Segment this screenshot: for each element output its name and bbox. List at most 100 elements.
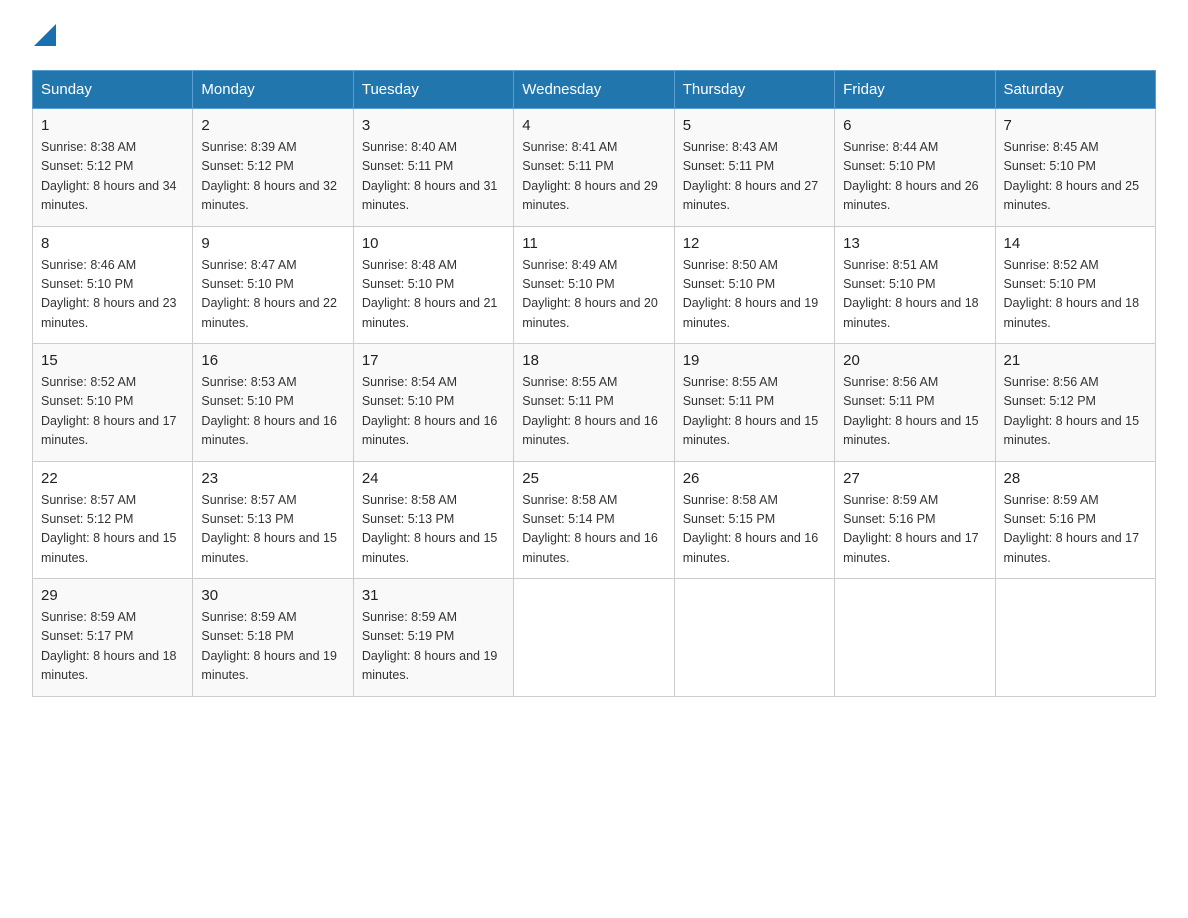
day-cell: 18 Sunrise: 8:55 AMSunset: 5:11 PMDaylig… [514,344,674,462]
day-number: 1 [41,117,184,134]
day-info: Sunrise: 8:51 AMSunset: 5:10 PMDaylight:… [843,258,979,330]
day-info: Sunrise: 8:56 AMSunset: 5:12 PMDaylight:… [1004,375,1140,447]
day-cell: 9 Sunrise: 8:47 AMSunset: 5:10 PMDayligh… [193,226,353,344]
header-cell-wednesday: Wednesday [514,71,674,109]
day-cell: 2 Sunrise: 8:39 AMSunset: 5:12 PMDayligh… [193,109,353,227]
calendar-header: SundayMondayTuesdayWednesdayThursdayFrid… [33,71,1156,109]
day-cell: 21 Sunrise: 8:56 AMSunset: 5:12 PMDaylig… [995,344,1155,462]
day-info: Sunrise: 8:55 AMSunset: 5:11 PMDaylight:… [522,375,658,447]
day-number: 21 [1004,352,1147,369]
day-cell: 4 Sunrise: 8:41 AMSunset: 5:11 PMDayligh… [514,109,674,227]
day-info: Sunrise: 8:53 AMSunset: 5:10 PMDaylight:… [201,375,337,447]
day-number: 19 [683,352,826,369]
logo [32,24,56,46]
day-number: 28 [1004,470,1147,487]
day-number: 31 [362,587,505,604]
week-row-3: 15 Sunrise: 8:52 AMSunset: 5:10 PMDaylig… [33,344,1156,462]
day-info: Sunrise: 8:52 AMSunset: 5:10 PMDaylight:… [41,375,177,447]
day-cell [514,579,674,697]
day-cell: 7 Sunrise: 8:45 AMSunset: 5:10 PMDayligh… [995,109,1155,227]
day-cell: 27 Sunrise: 8:59 AMSunset: 5:16 PMDaylig… [835,461,995,579]
header-cell-tuesday: Tuesday [353,71,513,109]
day-info: Sunrise: 8:59 AMSunset: 5:16 PMDaylight:… [843,493,979,565]
day-info: Sunrise: 8:39 AMSunset: 5:12 PMDaylight:… [201,140,337,212]
day-number: 16 [201,352,344,369]
day-number: 11 [522,235,665,252]
day-cell: 24 Sunrise: 8:58 AMSunset: 5:13 PMDaylig… [353,461,513,579]
day-cell: 15 Sunrise: 8:52 AMSunset: 5:10 PMDaylig… [33,344,193,462]
day-cell [835,579,995,697]
day-info: Sunrise: 8:56 AMSunset: 5:11 PMDaylight:… [843,375,979,447]
day-cell: 3 Sunrise: 8:40 AMSunset: 5:11 PMDayligh… [353,109,513,227]
day-cell: 29 Sunrise: 8:59 AMSunset: 5:17 PMDaylig… [33,579,193,697]
day-number: 8 [41,235,184,252]
day-cell: 23 Sunrise: 8:57 AMSunset: 5:13 PMDaylig… [193,461,353,579]
day-cell: 14 Sunrise: 8:52 AMSunset: 5:10 PMDaylig… [995,226,1155,344]
day-cell [995,579,1155,697]
day-info: Sunrise: 8:57 AMSunset: 5:13 PMDaylight:… [201,493,337,565]
day-number: 23 [201,470,344,487]
day-number: 12 [683,235,826,252]
day-cell: 16 Sunrise: 8:53 AMSunset: 5:10 PMDaylig… [193,344,353,462]
day-number: 5 [683,117,826,134]
day-cell: 17 Sunrise: 8:54 AMSunset: 5:10 PMDaylig… [353,344,513,462]
day-cell: 13 Sunrise: 8:51 AMSunset: 5:10 PMDaylig… [835,226,995,344]
day-cell: 8 Sunrise: 8:46 AMSunset: 5:10 PMDayligh… [33,226,193,344]
calendar-body: 1 Sunrise: 8:38 AMSunset: 5:12 PMDayligh… [33,109,1156,697]
day-info: Sunrise: 8:54 AMSunset: 5:10 PMDaylight:… [362,375,498,447]
day-cell: 25 Sunrise: 8:58 AMSunset: 5:14 PMDaylig… [514,461,674,579]
day-cell: 12 Sunrise: 8:50 AMSunset: 5:10 PMDaylig… [674,226,834,344]
calendar-table: SundayMondayTuesdayWednesdayThursdayFrid… [32,70,1156,697]
header-cell-sunday: Sunday [33,71,193,109]
week-row-5: 29 Sunrise: 8:59 AMSunset: 5:17 PMDaylig… [33,579,1156,697]
day-number: 29 [41,587,184,604]
day-cell: 31 Sunrise: 8:59 AMSunset: 5:19 PMDaylig… [353,579,513,697]
day-info: Sunrise: 8:59 AMSunset: 5:19 PMDaylight:… [362,610,498,682]
day-info: Sunrise: 8:43 AMSunset: 5:11 PMDaylight:… [683,140,819,212]
day-info: Sunrise: 8:44 AMSunset: 5:10 PMDaylight:… [843,140,979,212]
day-info: Sunrise: 8:40 AMSunset: 5:11 PMDaylight:… [362,140,498,212]
day-number: 9 [201,235,344,252]
day-info: Sunrise: 8:50 AMSunset: 5:10 PMDaylight:… [683,258,819,330]
day-number: 18 [522,352,665,369]
day-info: Sunrise: 8:58 AMSunset: 5:13 PMDaylight:… [362,493,498,565]
week-row-4: 22 Sunrise: 8:57 AMSunset: 5:12 PMDaylig… [33,461,1156,579]
day-info: Sunrise: 8:58 AMSunset: 5:14 PMDaylight:… [522,493,658,565]
day-number: 3 [362,117,505,134]
header-cell-thursday: Thursday [674,71,834,109]
week-row-1: 1 Sunrise: 8:38 AMSunset: 5:12 PMDayligh… [33,109,1156,227]
day-number: 10 [362,235,505,252]
day-number: 14 [1004,235,1147,252]
day-number: 30 [201,587,344,604]
day-number: 27 [843,470,986,487]
day-info: Sunrise: 8:59 AMSunset: 5:17 PMDaylight:… [41,610,177,682]
day-cell: 28 Sunrise: 8:59 AMSunset: 5:16 PMDaylig… [995,461,1155,579]
day-info: Sunrise: 8:59 AMSunset: 5:18 PMDaylight:… [201,610,337,682]
day-number: 7 [1004,117,1147,134]
day-cell: 19 Sunrise: 8:55 AMSunset: 5:11 PMDaylig… [674,344,834,462]
day-number: 24 [362,470,505,487]
day-number: 15 [41,352,184,369]
header-row: SundayMondayTuesdayWednesdayThursdayFrid… [33,71,1156,109]
day-info: Sunrise: 8:48 AMSunset: 5:10 PMDaylight:… [362,258,498,330]
day-cell: 1 Sunrise: 8:38 AMSunset: 5:12 PMDayligh… [33,109,193,227]
day-cell: 10 Sunrise: 8:48 AMSunset: 5:10 PMDaylig… [353,226,513,344]
day-info: Sunrise: 8:38 AMSunset: 5:12 PMDaylight:… [41,140,177,212]
day-cell [674,579,834,697]
day-number: 22 [41,470,184,487]
day-cell: 11 Sunrise: 8:49 AMSunset: 5:10 PMDaylig… [514,226,674,344]
day-number: 6 [843,117,986,134]
day-info: Sunrise: 8:49 AMSunset: 5:10 PMDaylight:… [522,258,658,330]
day-info: Sunrise: 8:45 AMSunset: 5:10 PMDaylight:… [1004,140,1140,212]
day-cell: 6 Sunrise: 8:44 AMSunset: 5:10 PMDayligh… [835,109,995,227]
day-cell: 30 Sunrise: 8:59 AMSunset: 5:18 PMDaylig… [193,579,353,697]
day-info: Sunrise: 8:59 AMSunset: 5:16 PMDaylight:… [1004,493,1140,565]
day-info: Sunrise: 8:41 AMSunset: 5:11 PMDaylight:… [522,140,658,212]
header-cell-saturday: Saturday [995,71,1155,109]
day-info: Sunrise: 8:55 AMSunset: 5:11 PMDaylight:… [683,375,819,447]
day-cell: 5 Sunrise: 8:43 AMSunset: 5:11 PMDayligh… [674,109,834,227]
day-info: Sunrise: 8:58 AMSunset: 5:15 PMDaylight:… [683,493,819,565]
week-row-2: 8 Sunrise: 8:46 AMSunset: 5:10 PMDayligh… [33,226,1156,344]
day-cell: 20 Sunrise: 8:56 AMSunset: 5:11 PMDaylig… [835,344,995,462]
day-number: 4 [522,117,665,134]
